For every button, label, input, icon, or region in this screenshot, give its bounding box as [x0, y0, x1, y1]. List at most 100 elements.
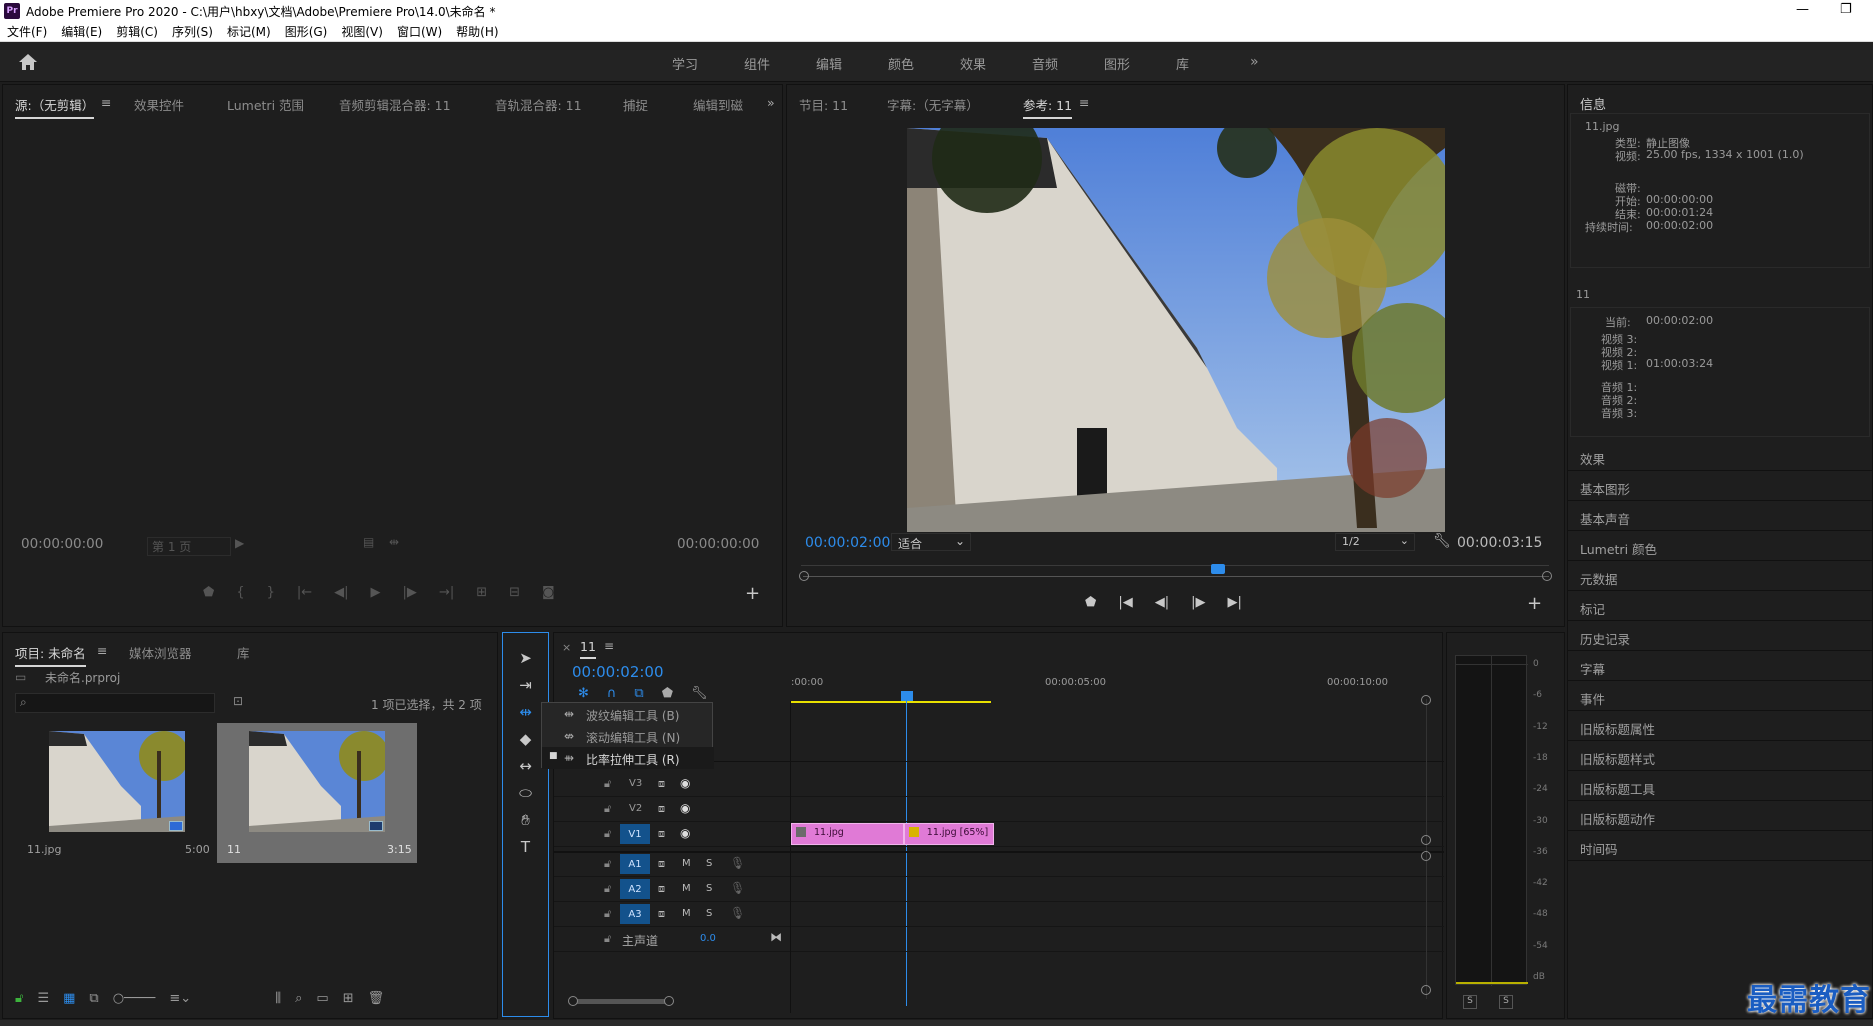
selection-tool-icon[interactable]: ➤	[519, 649, 532, 667]
master-volume-value[interactable]: 0.0	[700, 933, 716, 944]
step-back-icon[interactable]: ◀|	[1155, 595, 1169, 610]
menu-graphics[interactable]: 图形(G)	[285, 23, 328, 40]
fit-dropdown[interactable]: 适合 ⌄	[891, 533, 971, 551]
menu-item-ripple-edit[interactable]: ⇹ 波纹编辑工具 (B)	[542, 703, 714, 725]
play-small-icon[interactable]: ▶	[235, 536, 244, 550]
project-item-0[interactable]: 11.jpg 5:00	[15, 723, 215, 863]
step-forward-icon[interactable]: |▶	[1191, 595, 1205, 610]
lock-icon[interactable]: 🔓︎	[604, 882, 611, 896]
timeline-ruler[interactable]: :00:00 00:00:05:00 00:00:10:00	[791, 677, 1431, 707]
tab-menu-icon[interactable]: ≡	[1079, 95, 1089, 110]
vscroll-handle-bottom[interactable]	[1421, 985, 1431, 995]
track-target-a2[interactable]: A2	[620, 879, 650, 899]
vscroll-handle-top[interactable]	[1421, 695, 1431, 705]
project-search-input[interactable]: ⌕	[15, 693, 215, 713]
tab-menu-icon[interactable]: ≡	[101, 95, 111, 110]
tab-audio-clip-mixer[interactable]: 音频剪辑混合器: 11	[339, 95, 451, 114]
sort-icon[interactable]: ≡⌄	[169, 991, 191, 1006]
timeline-timecode[interactable]: 00:00:02:00	[572, 663, 664, 681]
panel-timecode[interactable]: 时间码	[1580, 839, 1618, 858]
program-time-ruler[interactable]	[801, 555, 1549, 567]
solo-button[interactable]: S	[706, 858, 712, 869]
tab-sequence[interactable]: 11	[580, 639, 596, 659]
menu-sequence[interactable]: 序列(S)	[172, 23, 213, 40]
zoom-slider[interactable]: ○────	[113, 991, 156, 1006]
panel-legacy-title-properties[interactable]: 旧版标题属性	[1580, 719, 1655, 738]
panel-essential-sound[interactable]: 基本声音	[1580, 509, 1630, 528]
vertical-scrollbar[interactable]	[1426, 699, 1427, 999]
tab-capture[interactable]: 捕捉	[623, 95, 648, 114]
sync-lock-icon[interactable]: ⧈	[658, 777, 665, 791]
automate-icon[interactable]: ⫼	[275, 991, 281, 1006]
go-to-out-icon[interactable]: ▶|	[1227, 595, 1241, 610]
panel-captions[interactable]: 字幕	[1580, 659, 1605, 678]
linked-selection-icon[interactable]: ⧉	[634, 686, 643, 701]
nest-icon[interactable]: ✻	[578, 686, 589, 701]
menu-item-rolling-edit[interactable]: ⇎ 滚动编辑工具 (N)	[542, 725, 714, 747]
track-select-tool-icon[interactable]: ⇥	[519, 676, 532, 694]
type-tool-icon[interactable]: T	[521, 838, 530, 856]
resolution-dropdown[interactable]: 1/2 ⌄	[1335, 533, 1415, 551]
lift-marker-icon[interactable]: ⬟	[1085, 595, 1096, 610]
tab-edit-to-tape[interactable]: 编辑到磁	[693, 95, 743, 114]
solo-button[interactable]: S	[706, 908, 712, 919]
insert-icon[interactable]: ⊞	[476, 585, 487, 600]
more-tabs-icon[interactable]: »	[767, 95, 775, 110]
track-target-a3[interactable]: A3	[620, 904, 650, 924]
pen-tool-icon[interactable]: ⬭	[519, 784, 532, 802]
workspace-color[interactable]: 颜色	[888, 54, 914, 73]
workspace-editing[interactable]: 编辑	[816, 54, 842, 73]
sync-lock-icon[interactable]: ⧈	[658, 882, 665, 896]
tab-program[interactable]: 节目: 11	[799, 95, 848, 114]
timeline-playhead-handle[interactable]	[901, 691, 913, 701]
add-marker-icon[interactable]: ⬟	[662, 686, 673, 701]
work-area-bar[interactable]	[791, 701, 991, 703]
go-to-end-icon[interactable]: ⧓	[770, 930, 782, 944]
new-search-bin-icon[interactable]: ⊡	[233, 694, 243, 708]
hand-tool-icon[interactable]: ✋︎	[521, 811, 530, 829]
vscroll-handle-mid[interactable]	[1421, 835, 1431, 845]
tab-reference[interactable]: 参考: 11	[1023, 95, 1073, 119]
playhead-handle[interactable]	[1211, 564, 1225, 574]
workspace-assembly[interactable]: 组件	[744, 54, 770, 73]
razor-tool-icon[interactable]: ◆	[520, 730, 532, 748]
program-zoom-bar[interactable]	[803, 576, 1549, 582]
menu-item-rate-stretch[interactable]: ■ ⇻ 比率拉伸工具 (R)	[542, 747, 714, 769]
tab-libraries[interactable]: 库	[237, 643, 250, 662]
restore-icon[interactable]: ❐	[1840, 2, 1852, 17]
wrench-icon[interactable]: 🔧︎	[1433, 533, 1451, 549]
eye-icon[interactable]: ◉	[680, 776, 690, 790]
zoom-handle-left[interactable]	[799, 571, 809, 581]
zoom-handle-right[interactable]	[1542, 571, 1552, 581]
eye-icon[interactable]: ◉	[680, 801, 690, 815]
microphone-icon[interactable]: 🎙︎	[730, 881, 745, 895]
program-timecode[interactable]: 00:00:02:00	[805, 535, 890, 551]
more-workspaces-icon[interactable]: »	[1250, 54, 1259, 70]
vscroll-handle-audio[interactable]	[1421, 851, 1431, 861]
hscroll-handle-left[interactable]	[568, 996, 578, 1006]
play-icon[interactable]: ▶	[371, 585, 381, 600]
menu-file[interactable]: 文件(F)	[7, 23, 47, 40]
track-target-v1[interactable]: V1	[620, 824, 650, 844]
workspace-effects[interactable]: 效果	[960, 54, 986, 73]
menu-marker[interactable]: 标记(M)	[227, 23, 271, 40]
sync-lock-icon[interactable]: ⧈	[658, 857, 665, 871]
source-timecode-in[interactable]: 00:00:00:00	[21, 536, 103, 552]
lock-icon[interactable]: 🔓︎	[15, 991, 23, 1006]
timeline-clip[interactable]: 11.jpg [65%]	[903, 823, 995, 845]
eye-icon[interactable]: ◉	[680, 826, 690, 840]
close-tab-icon[interactable]: ×	[562, 641, 571, 654]
step-forward-icon[interactable]: |▶	[403, 585, 417, 600]
sync-lock-icon[interactable]: ⧈	[658, 802, 665, 816]
freeform-view-icon[interactable]: ⧉	[89, 991, 98, 1006]
workspace-graphics[interactable]: 图形	[1104, 54, 1130, 73]
slip-tool-icon[interactable]: ↔	[519, 757, 532, 775]
solo-button[interactable]: S	[706, 883, 712, 894]
zoom-icon[interactable]: ⇹	[389, 535, 399, 549]
timeline-clip[interactable]: 11.jpg	[791, 823, 904, 845]
tab-menu-icon[interactable]: ≡	[97, 643, 107, 658]
panel-legacy-title-tools[interactable]: 旧版标题工具	[1580, 779, 1655, 798]
workspace-learn[interactable]: 学习	[672, 54, 698, 73]
mute-button[interactable]: M	[682, 858, 691, 869]
sync-lock-icon[interactable]: ⧈	[658, 827, 665, 841]
